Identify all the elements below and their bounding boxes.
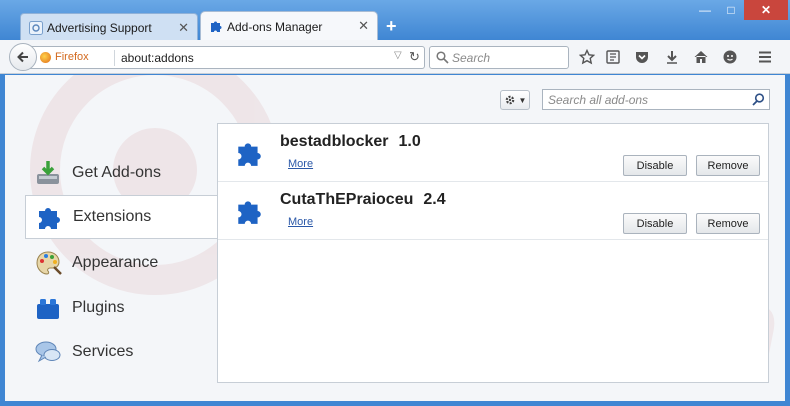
back-button[interactable] (9, 43, 37, 71)
category-label: Plugins (72, 299, 125, 316)
back-arrow-icon (17, 51, 28, 63)
addon-version: 1.0 (398, 133, 421, 150)
category-label: Services (72, 343, 134, 360)
plugins-lego-icon (33, 293, 63, 323)
addons-search-placeholder: Search all add-ons (548, 93, 649, 107)
addon-item[interactable]: bestadblocker 1.0 More Disable Remove (218, 124, 768, 182)
category-appearance[interactable]: Appearance (25, 241, 218, 285)
bookmark-star-icon[interactable] (578, 48, 596, 66)
services-chat-icon (33, 337, 63, 367)
identity-label: Firefox (55, 51, 89, 63)
puzzle-favicon-icon (211, 21, 222, 32)
more-link[interactable]: More (288, 158, 313, 170)
dropdown-arrow-icon: ▼ (518, 95, 527, 105)
addon-name-text: bestadblocker (280, 133, 389, 150)
category-label: Get Add-ons (72, 164, 161, 181)
extension-puzzle-icon (238, 143, 261, 166)
url-text[interactable]: about:addons (121, 51, 194, 65)
category-get-addons[interactable]: Get Add-ons (25, 151, 218, 195)
tab-close-icon[interactable]: ✕ (178, 21, 189, 35)
search-icon (752, 93, 765, 106)
close-window-button[interactable]: ✕ (744, 0, 788, 20)
more-link[interactable]: More (288, 216, 313, 228)
downloads-icon[interactable] (663, 48, 681, 66)
addon-name-text: CutaThEPraioceu (280, 191, 414, 208)
category-label: Extensions (73, 208, 152, 225)
hello-chat-icon[interactable] (721, 48, 739, 66)
page-favicon-icon (29, 21, 43, 35)
remove-button[interactable]: Remove (696, 155, 760, 176)
home-icon[interactable] (692, 48, 710, 66)
addons-manager-content: risk.com ▼ Search all add-ons Get Add-on… (5, 75, 785, 401)
addon-name: bestadblocker 1.0 (280, 133, 421, 151)
maximize-button[interactable]: □ (718, 0, 744, 20)
search-all-addons-input[interactable]: Search all add-ons (542, 89, 770, 110)
category-plugins[interactable]: Plugins (25, 286, 218, 330)
tab-advertising-support[interactable]: Advertising Support ✕ (20, 13, 198, 41)
hamburger-menu-icon[interactable] (756, 48, 774, 66)
appearance-palette-icon (33, 248, 63, 278)
addon-list: bestadblocker 1.0 More Disable Remove Cut… (217, 123, 769, 383)
pocket-icon[interactable] (633, 48, 651, 66)
new-tab-plus-icon[interactable]: + (386, 16, 397, 36)
extensions-puzzle-icon (34, 202, 64, 232)
tab-addons-manager[interactable]: Add-ons Manager ✕ (200, 11, 378, 41)
browser-window: Advertising Support ✕ Add-ons Manager ✕ … (0, 0, 790, 406)
addon-item[interactable]: CutaThEPraioceu 2.4 More Disable Remove (218, 182, 768, 240)
category-extensions[interactable]: Extensions (25, 195, 218, 239)
identity-box[interactable]: Firefox (40, 51, 89, 63)
tab-close-icon[interactable]: ✕ (358, 19, 369, 33)
minimize-button[interactable]: — (692, 0, 718, 20)
get-addons-icon (33, 158, 63, 188)
firefox-logo-icon (40, 51, 51, 63)
tools-gear-button[interactable]: ▼ (500, 90, 530, 110)
tab-strip: Advertising Support ✕ Add-ons Manager ✕ … (0, 0, 790, 41)
gear-icon (505, 95, 514, 105)
tab-label: Add-ons Manager (227, 19, 323, 34)
tab-label: Advertising Support (47, 20, 152, 35)
url-separator (114, 50, 115, 66)
remove-button[interactable]: Remove (696, 213, 760, 234)
search-icon (436, 51, 449, 64)
category-label: Appearance (72, 254, 159, 271)
reload-icon[interactable]: ↻ (409, 49, 420, 65)
disable-button[interactable]: Disable (623, 213, 687, 234)
history-dropdown-icon[interactable]: ▽ (394, 50, 402, 61)
bookmarks-menu-icon[interactable] (604, 48, 622, 66)
nav-toolbar: Firefox about:addons ▽ ↻ Search (0, 40, 790, 74)
extension-puzzle-icon (238, 201, 261, 224)
search-bar[interactable]: Search (429, 46, 569, 69)
url-bar[interactable]: Firefox about:addons ▽ ↻ (30, 46, 425, 69)
search-placeholder: Search (452, 51, 491, 65)
addon-name: CutaThEPraioceu 2.4 (280, 191, 446, 209)
addon-version: 2.4 (423, 191, 446, 208)
category-services[interactable]: Services (25, 330, 218, 374)
disable-button[interactable]: Disable (623, 155, 687, 176)
